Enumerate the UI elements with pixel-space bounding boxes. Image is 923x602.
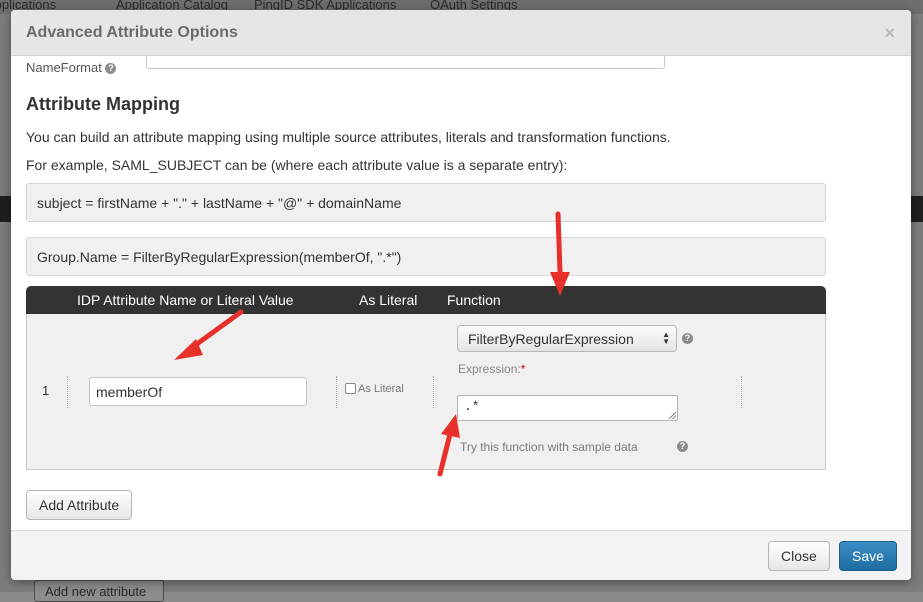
column-divider <box>336 376 337 408</box>
add-attribute-button[interactable]: Add Attribute <box>26 490 133 520</box>
close-button[interactable]: Close <box>768 541 830 571</box>
nameformat-input[interactable] <box>146 56 665 69</box>
select-arrows-icon: ▲ ▼ <box>662 330 670 346</box>
section-title: Attribute Mapping <box>26 94 180 114</box>
row-index: 1 <box>42 383 50 398</box>
example-box: subject = firstName + "." + lastName + "… <box>26 183 826 222</box>
function-select-value: FilterByRegularExpression <box>468 331 634 347</box>
as-literal-label: As Literal <box>358 383 404 395</box>
modal-header: Advanced Attribute Options × <box>11 10 911 56</box>
expression-value: .* <box>464 399 480 414</box>
background-add-new-attribute-button: Add new attribute <box>34 580 164 602</box>
expression-textarea[interactable]: .* <box>457 395 678 421</box>
column-header-as-literal: As Literal <box>359 292 418 308</box>
modal-title: Advanced Attribute Options <box>26 24 238 41</box>
table-row: 1 As Literal FilterByRegularExpression ▲… <box>26 314 826 470</box>
column-divider <box>67 376 68 408</box>
example-box: Group.Name = FilterByRegularExpression(m… <box>26 237 826 276</box>
resize-grip-icon[interactable] <box>669 412 676 419</box>
modal-body: NameFormat ? Attribute Mapping You can b… <box>11 56 911 530</box>
close-icon[interactable]: × <box>884 23 895 44</box>
nameformat-label: NameFormat ? <box>26 60 117 75</box>
function-select[interactable]: FilterByRegularExpression ▲ ▼ <box>457 325 677 352</box>
help-icon[interactable]: ? <box>105 63 117 75</box>
as-literal-checkbox[interactable] <box>345 383 356 394</box>
attribute-mapping-table: IDP Attribute Name or Literal Value As L… <box>26 286 826 470</box>
intro-text: You can build an attribute mapping using… <box>26 129 671 145</box>
example-intro-text: For example, SAML_SUBJECT can be (where … <box>26 157 568 173</box>
column-divider <box>741 376 742 408</box>
column-divider <box>433 376 434 408</box>
help-icon[interactable]: ? <box>677 441 688 452</box>
help-icon[interactable]: ? <box>682 333 693 344</box>
modal-footer: Close Save <box>11 530 911 580</box>
try-function-link[interactable]: Try this function with sample data <box>460 440 638 454</box>
column-header-idp-attribute: IDP Attribute Name or Literal Value <box>77 292 294 308</box>
required-mark: * <box>520 362 526 376</box>
nameformat-label-text: NameFormat <box>26 60 102 75</box>
attribute-name-input[interactable] <box>89 377 307 406</box>
advanced-attribute-options-modal: Advanced Attribute Options × NameFormat … <box>11 10 911 580</box>
save-button[interactable]: Save <box>839 541 897 571</box>
expression-label: Expression:* <box>458 362 525 376</box>
column-header-function: Function <box>447 292 501 308</box>
table-header: IDP Attribute Name or Literal Value As L… <box>26 286 826 314</box>
expression-label-text: Expression: <box>458 362 521 376</box>
